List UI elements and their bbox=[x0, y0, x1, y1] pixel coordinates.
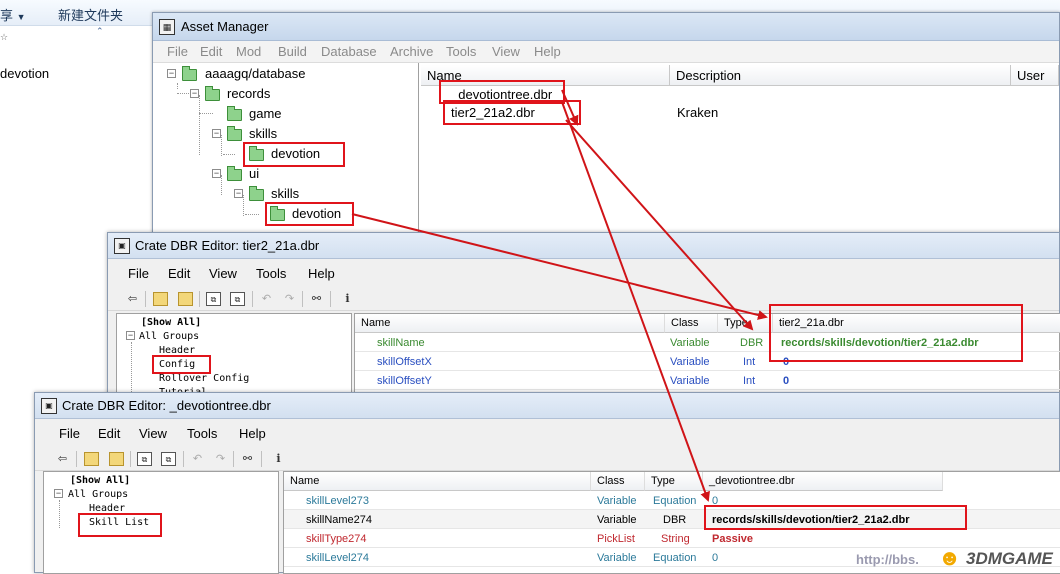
annotation-arrows bbox=[351, 89, 768, 502]
watermark-url: http://bbs. bbox=[856, 552, 919, 567]
mascot-icon: ☻ bbox=[938, 545, 962, 570]
arrow-devotion-to-skillname bbox=[351, 213, 768, 320]
watermark-logo: 3DMGAME bbox=[966, 549, 1053, 568]
arrow-devotiontree-to-editor bbox=[561, 101, 710, 502]
arrow-tier2-to-value bbox=[565, 119, 754, 331]
